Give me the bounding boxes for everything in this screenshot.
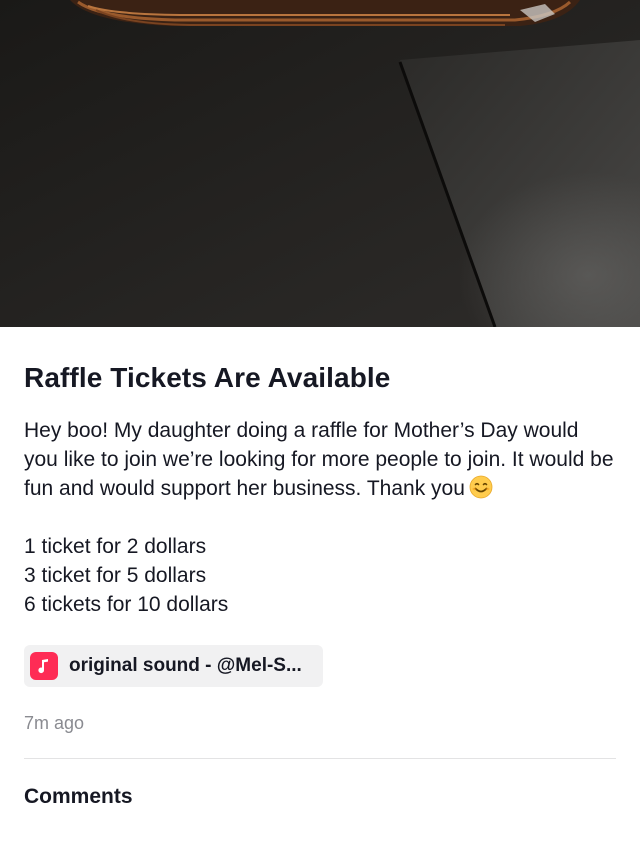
post-description-text: Hey boo! My daughter doing a raffle for … <box>24 416 616 503</box>
smiling-face-icon <box>469 475 493 499</box>
ticket-price-line: 3 ticket for 5 dollars <box>24 564 207 587</box>
post-timestamp: 7m ago <box>24 713 85 733</box>
post-title: Raffle Tickets Are Available <box>24 362 391 393</box>
basket-on-table-image <box>0 0 640 327</box>
post-photo[interactable] <box>0 0 640 327</box>
music-note-icon <box>30 652 58 680</box>
section-divider <box>24 758 616 759</box>
ticket-price-line: 6 tickets for 10 dollars <box>24 593 229 616</box>
ticket-price-line: 1 ticket for 2 dollars <box>24 535 207 558</box>
sound-label: original sound - @Mel-S... <box>69 655 302 676</box>
post-intro-text: Hey boo! My daughter doing a raffle for … <box>24 419 614 500</box>
post-content: Raffle Tickets Are Available Hey boo! My… <box>24 327 616 810</box>
post-description: Hey boo! My daughter doing a raffle for … <box>24 416 616 619</box>
comments-heading: Comments <box>24 785 133 808</box>
original-sound-button[interactable]: original sound - @Mel-S... <box>24 645 323 687</box>
